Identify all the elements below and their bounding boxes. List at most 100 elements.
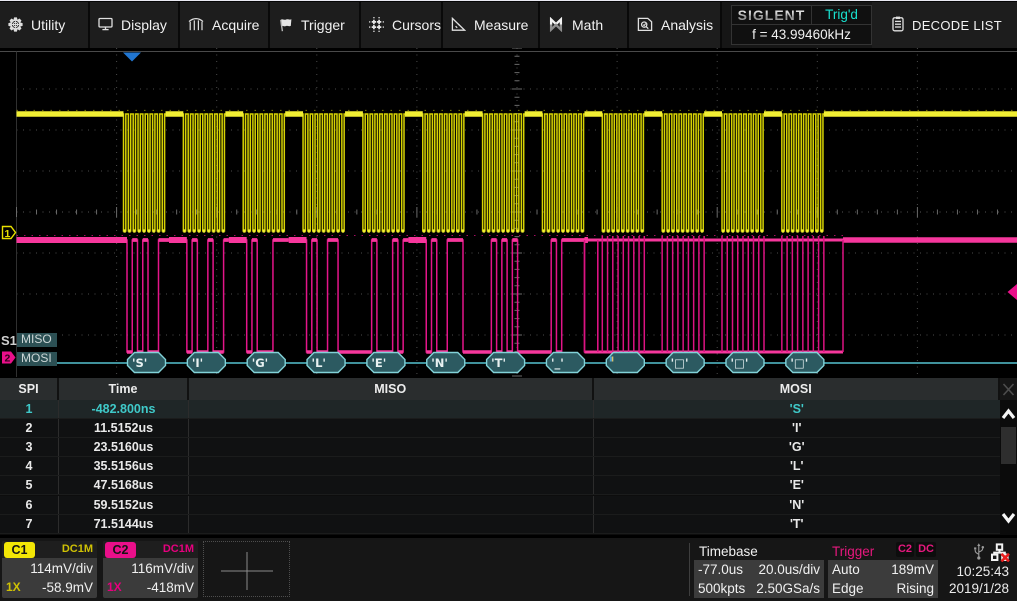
- cell-miso: [189, 457, 594, 475]
- cell-mosi: 'L': [594, 457, 1001, 475]
- decode-bubble-mark: [610, 357, 612, 362]
- cell-time: -482.800ns: [59, 400, 189, 418]
- timebase-box[interactable]: Timebase-77.0us20.0us/div500kpts2.50GSa/…: [694, 541, 824, 598]
- decode-bubble-char: 'E': [371, 356, 386, 370]
- menu-item-acquire[interactable]: Acquire: [180, 2, 268, 48]
- decode-bubble-char: '□': [790, 356, 808, 370]
- coupling-label: DC1M: [62, 543, 93, 555]
- decode-list-icon: [892, 16, 904, 32]
- decode-signal-mosi-label: MOSI: [17, 352, 57, 366]
- menu-item-math[interactable]: Math: [540, 2, 627, 48]
- cell-spi: 6: [0, 496, 59, 514]
- channel-badge-c2[interactable]: C2: [105, 542, 136, 558]
- c2-trace-fuzz-edges: [585, 236, 844, 352]
- chevron-down-icon: [1003, 514, 1014, 521]
- menu-item-label: Math: [572, 17, 603, 33]
- decode-bubble-char: '□': [671, 356, 689, 370]
- waveform-plot: 'S''I''G''L''E''N''T''_''□''□''□'12: [0, 48, 1017, 378]
- menu-item-utility[interactable]: Utility: [0, 2, 88, 48]
- trigger-position-marker: [123, 53, 141, 62]
- frequency-cell: f = 43.99460kHz: [731, 24, 872, 45]
- decode-bubble-char: '□': [731, 356, 749, 370]
- table-row-1[interactable]: 1-482.800ns 'S': [0, 400, 1000, 419]
- cell-miso: [189, 438, 594, 456]
- menu-item-label: Measure: [474, 17, 528, 33]
- menu-item-analysis[interactable]: Analysis: [629, 2, 720, 48]
- menu-item-cursors[interactable]: Cursors: [361, 2, 441, 48]
- trigger-frequency: f = 43.99460kHz: [732, 25, 871, 44]
- menu-item-label: DECODE LIST: [912, 18, 1002, 33]
- cell-mosi: 'S': [594, 400, 1001, 418]
- cell-spi: 4: [0, 457, 59, 475]
- volts-per-div: 116mV/div: [131, 561, 194, 576]
- scroll-down-button[interactable]: [1000, 505, 1017, 531]
- table-row-7[interactable]: 771.5144us'T': [0, 515, 1000, 534]
- cell-time: 11.5152us: [59, 419, 189, 437]
- timebase-values: -77.0us20.0us/div500kpts2.50GSa/s: [694, 560, 824, 598]
- menu-item-trigger[interactable]: Trigger: [270, 2, 359, 48]
- trigger-coupling-chip: DC: [916, 542, 936, 557]
- trigger-box[interactable]: TriggerC2DCAuto189mVEdgeRising: [828, 541, 938, 598]
- scroll-up-button[interactable]: [1000, 401, 1017, 427]
- decode-bus-name: S1: [1, 333, 17, 348]
- trigger-level-marker: [1008, 284, 1017, 300]
- table-row-2[interactable]: 211.5152us'I': [0, 419, 1000, 438]
- trigger-mode: Auto: [832, 562, 860, 577]
- table-row-4[interactable]: 435.5156us 'L': [0, 457, 1000, 476]
- cell-spi: 5: [0, 476, 59, 494]
- trigger-slope: Rising: [896, 581, 934, 596]
- menu-item-label: Utility: [31, 17, 65, 33]
- cell-time: 35.5156us: [59, 457, 189, 475]
- probe-attenuation: 1X: [6, 580, 21, 594]
- channel-box-c1[interactable]: C1 DC1M 114mV/div 1X -58.9mV: [2, 541, 97, 598]
- decode-bubble-mark: [612, 357, 614, 362]
- brand-cell: SIGLENT: [731, 5, 812, 25]
- decode-bubble-char: 'S': [132, 356, 147, 370]
- close-icon: [1004, 384, 1014, 395]
- trigger-values: Auto189mVEdgeRising: [828, 560, 938, 598]
- cell-time: 59.5152us: [59, 496, 189, 514]
- coupling-label: DC1M: [163, 543, 194, 555]
- decode-bubble: [606, 353, 644, 373]
- trigger-source-chip: C2: [896, 542, 914, 557]
- c2-trace-fuzz-rails: [584, 240, 1017, 352]
- cell-miso: [189, 476, 594, 494]
- cell-mosi: 'N': [594, 496, 1001, 514]
- scrollbar-thumb[interactable]: [1001, 427, 1016, 464]
- timebase-points: 500kpts: [698, 581, 745, 596]
- menu-item-decode-list[interactable]: DECODE LIST: [872, 2, 1017, 48]
- oscilloscope-screen: Utility DisplayAcquire Trigger Cursors Measu…: [0, 0, 1017, 601]
- menu-item-display[interactable]: Display: [90, 2, 178, 48]
- table-row-6[interactable]: 659.5152us 'N': [0, 496, 1000, 515]
- timebase-delay: -77.0us: [698, 562, 743, 577]
- channel-badge-c1[interactable]: C1: [4, 542, 35, 558]
- gear-icon: [8, 17, 23, 32]
- cell-spi: 3: [0, 438, 59, 456]
- menu-item-label: Analysis: [661, 17, 713, 33]
- table-row-5[interactable]: 547.5168us'E': [0, 476, 1000, 495]
- decode-signal-miso-label: MISO: [17, 333, 57, 347]
- channel-offset: -58.9mV: [42, 580, 93, 595]
- usb-icon[interactable]: [973, 543, 985, 565]
- system-date: 2019/1/28: [949, 581, 1009, 596]
- system-time: 10:25:43: [956, 564, 1009, 579]
- cell-miso: [189, 400, 594, 418]
- add-channel-box[interactable]: [203, 541, 290, 597]
- table-scrollbar[interactable]: [1000, 400, 1017, 535]
- cell-spi: 1: [0, 400, 59, 418]
- volts-per-div: 114mV/div: [30, 561, 93, 576]
- table-header-mosi: MOSI: [594, 378, 1001, 400]
- plus-crosshair-icon: [221, 552, 273, 590]
- decode-bubble-char: 'N': [431, 356, 448, 370]
- cursors-icon: [369, 17, 384, 32]
- menu-item-measure[interactable]: Measure: [443, 2, 538, 48]
- table-row-3[interactable]: 323.5160us'G': [0, 438, 1000, 457]
- channel-box-c2[interactable]: C2DC1M116mV/div1X-418mV: [103, 541, 198, 598]
- menu-item-label: Cursors: [392, 17, 441, 33]
- table-header-time: Time: [59, 378, 189, 400]
- chevron-up-icon: [1003, 411, 1014, 418]
- system-clock-box: 10:25:43 2019/1/28: [940, 541, 1017, 598]
- menu-item-label: Trigger: [301, 17, 345, 33]
- table-close-button[interactable]: [1000, 378, 1017, 400]
- timebase-label: Timebase: [699, 544, 758, 559]
